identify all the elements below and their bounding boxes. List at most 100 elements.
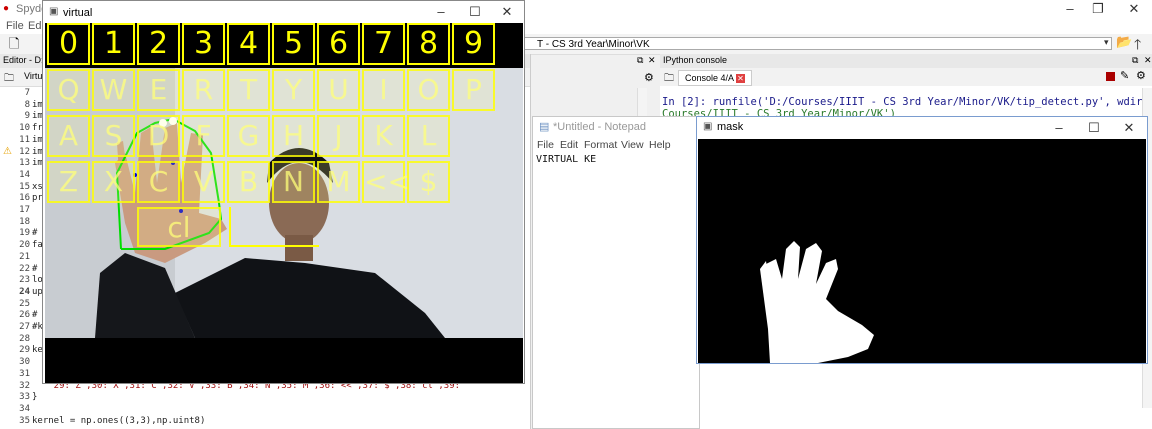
key-letter-3-6[interactable]: M [317,161,360,203]
key-label: H [282,119,305,152]
key-letter-1-0[interactable]: Q [47,69,90,111]
code-line: } [32,392,38,403]
line-number: 30 [19,357,30,368]
key-letter-2-2[interactable]: D [137,115,180,157]
key-digit-0-3[interactable]: 3 [182,23,225,65]
key-letter-1-6[interactable]: U [317,69,360,111]
gear-icon[interactable]: ⚙ [1136,69,1146,82]
key-letter-1-1[interactable]: W [92,69,135,111]
key-digit-0-5[interactable]: 5 [272,23,315,65]
key-letter-2-4[interactable]: G [227,115,270,157]
notepad-menu-file[interactable]: File [537,139,554,151]
key-letter-2-0[interactable]: A [47,115,90,157]
key-label: 4 [238,26,259,61]
line-number: 25 [19,298,30,309]
key-letter-2-1[interactable]: S [92,115,135,157]
key-label: X [103,165,124,198]
key-letter-3-4[interactable]: B [227,161,270,203]
key-letter-3-1[interactable]: X [92,161,135,203]
notepad-menu-view[interactable]: View [621,139,644,151]
notepad-menu-edit[interactable]: Edit [560,139,578,151]
ipython-undock-icon[interactable]: ⧉ [1132,55,1138,66]
key-digit-0-0[interactable]: 0 [47,23,90,65]
tab-console[interactable]: Console 4/A ✕ [678,70,752,86]
editor-gear-icon[interactable]: ⚙ [644,71,654,84]
tab-close-icon[interactable]: ✕ [736,74,745,83]
key-letter-1-9[interactable]: P [452,69,495,111]
key-letter-3-5[interactable]: N [272,161,315,203]
mask-minimize-icon[interactable]: – [1045,120,1073,136]
ipython-close-icon[interactable]: ✕ [1144,55,1152,66]
key-letter-3-7[interactable]: << [362,161,411,203]
key-letter-3-8[interactable]: $ [407,161,450,203]
key-letter-3-2[interactable]: C [137,161,180,203]
editor-undock-icon[interactable]: ⧉ [637,55,643,66]
folder-open-icon[interactable]: 📂 [1116,34,1132,50]
key-letter-3-0[interactable]: Z [47,161,90,203]
key-letter-1-4[interactable]: T [227,69,270,111]
key-label: F [195,119,212,152]
code-line: kernel = np.ones((3,3),np.uint8) [32,415,206,426]
key-letter-2-3[interactable]: F [182,115,225,157]
notepad-menu-help[interactable]: Help [649,139,671,151]
chevron-down-icon[interactable]: ▾ [1104,37,1109,48]
editor-close-icon[interactable]: ✕ [648,55,656,66]
editor-tab-file[interactable]: Virtu [24,71,42,81]
code-line: # [32,263,38,274]
notepad-text-area[interactable]: VIRTUAL KE [536,154,596,165]
key-label: E [149,73,168,106]
mask-close-icon[interactable]: ✕ [1115,120,1143,136]
key-letter-2-6[interactable]: J [317,115,360,157]
notepad-menu-format[interactable]: Format [584,139,617,151]
tab-console-label: Console 4/A [685,73,734,83]
mask-title: mask [717,121,744,133]
stop-kernel-icon[interactable] [1106,72,1115,81]
key-digit-0-1[interactable]: 1 [92,23,135,65]
key-digit-0-4[interactable]: 4 [227,23,270,65]
notepad-title-bar: ▤ *Untitled - Notepad [533,117,699,137]
key-label: G [237,119,260,152]
key-letter-1-8[interactable]: O [407,69,450,111]
ipython-title: IPython console [663,55,728,65]
key-letter-3-3[interactable]: V [182,161,225,203]
key-letter-2-7[interactable]: K [362,115,405,157]
line-number: 35 [19,415,30,426]
line-number: 14 [19,169,30,180]
key-label: O [417,73,440,106]
key-clear[interactable]: cl [137,207,221,247]
key-letter-1-3[interactable]: R [182,69,225,111]
key-digit-0-6[interactable]: 6 [317,23,360,65]
key-label: 6 [328,26,349,61]
key-letter-2-5[interactable]: H [272,115,315,157]
menu-file[interactable]: File [6,20,24,32]
eraser-icon[interactable]: ✎ [1120,69,1129,82]
key-digit-0-7[interactable]: 7 [362,23,405,65]
key-label: 2 [148,26,169,61]
key-label: P [465,73,482,106]
line-number: 8 [24,99,30,110]
editor-title: Editor - D:\ [3,55,47,65]
line-number: 23 [19,275,30,286]
key-label: S [104,119,123,152]
restore-icon[interactable]: ❐ [1084,1,1112,17]
virtual-maximize-icon[interactable]: ☐ [461,4,489,20]
key-space[interactable] [229,207,319,247]
key-letter-2-8[interactable]: L [407,115,450,157]
mask-maximize-icon[interactable]: ☐ [1080,120,1108,136]
hand-mask-silhouette [760,241,874,363]
virtual-close-icon[interactable]: ✕ [493,4,521,20]
key-digit-0-8[interactable]: 8 [407,23,450,65]
key-digit-0-2[interactable]: 2 [137,23,180,65]
key-label: 3 [193,26,214,61]
close-icon[interactable]: ✕ [1120,1,1148,17]
line-number: 11 [19,134,30,145]
key-digit-0-9[interactable]: 9 [452,23,495,65]
line-number: 7 [24,88,30,98]
key-letter-1-2[interactable]: E [137,69,180,111]
minimize-icon[interactable]: – [1056,1,1084,17]
key-letter-1-5[interactable]: Y [272,69,315,111]
key-letter-1-7[interactable]: I [362,69,405,111]
working-directory-input[interactable]: T - CS 3rd Year\Minor\VK [524,37,1112,50]
key-label: I [379,73,388,106]
virtual-minimize-icon[interactable]: – [427,4,455,20]
